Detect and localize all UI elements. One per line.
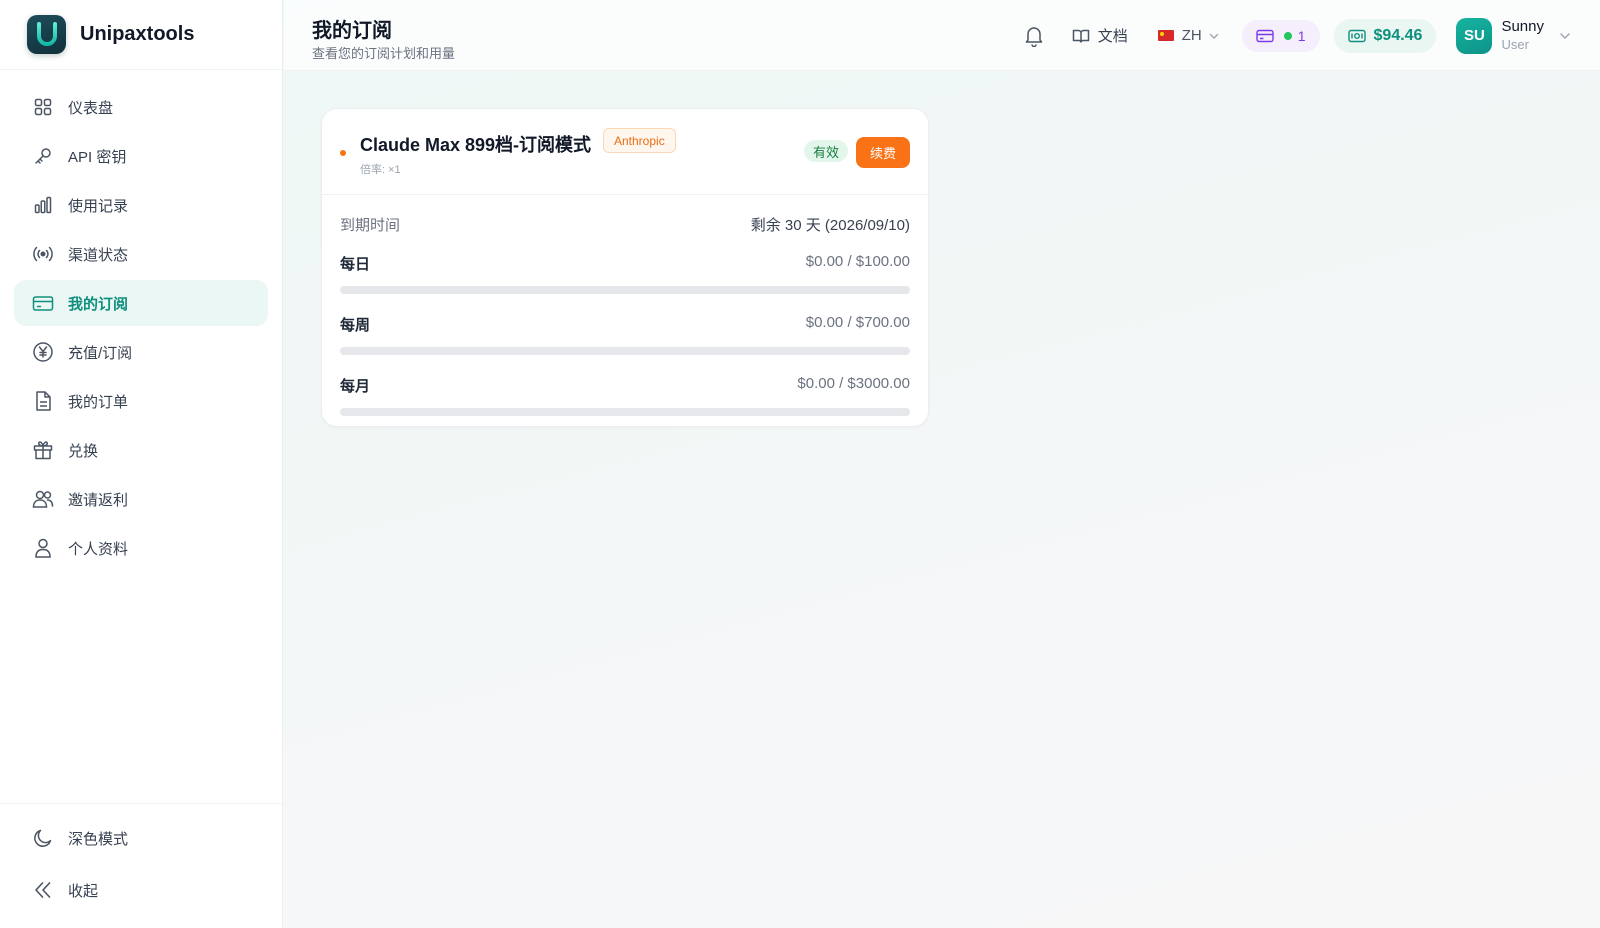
sidebar-nav: 仪表盘 API 密钥 使用记录 渠道状态 我的订阅 充值/订阅 我的订单 兑换 … bbox=[0, 70, 282, 571]
status-badge: 有效 bbox=[803, 140, 848, 162]
balance-pill[interactable]: $94.46 bbox=[1333, 18, 1437, 53]
usage-value: $0.00 / $3000.00 bbox=[797, 375, 910, 392]
usage-label: 每日 bbox=[340, 256, 371, 273]
sidebar-item-profile[interactable]: 个人资料 bbox=[14, 525, 268, 571]
language-code: ZH bbox=[1181, 27, 1202, 44]
page-title: 我的订阅 bbox=[312, 20, 392, 42]
expiry-row: 到期时间 剩余 30 天 (2026/09/10) bbox=[340, 195, 910, 253]
balance-value: $94.46 bbox=[1373, 26, 1423, 44]
brand[interactable]: Unipaxtools bbox=[0, 0, 282, 70]
usage-weekly: 每周 $0.00 / $700.00 bbox=[340, 314, 910, 355]
double-chevron-left-icon bbox=[32, 879, 54, 901]
sidebar-item-redeem[interactable]: 兑换 bbox=[14, 427, 268, 473]
header-actions: 文档 ZH 1 $94.46 SU Sunny User bbox=[1022, 0, 1572, 71]
moon-icon bbox=[32, 827, 54, 849]
collapse-sidebar-button[interactable]: 收起 bbox=[14, 864, 268, 916]
yen-circle-icon bbox=[32, 341, 54, 363]
usage-progress-bar bbox=[340, 408, 910, 416]
usage-daily: 每日 $0.00 / $100.00 bbox=[340, 253, 910, 294]
sidebar-item-label: API 密钥 bbox=[68, 148, 127, 166]
users-icon bbox=[32, 488, 54, 510]
usage-progress-bar bbox=[340, 286, 910, 294]
gift-icon bbox=[32, 439, 54, 461]
sidebar-item-label: 深色模式 bbox=[68, 830, 129, 848]
usage-value: $0.00 / $700.00 bbox=[805, 314, 910, 331]
sidebar-item-label: 个人资料 bbox=[68, 540, 129, 558]
subscription-count: 1 bbox=[1297, 27, 1306, 44]
logo-icon bbox=[27, 15, 66, 54]
sidebar-item-label: 使用记录 bbox=[68, 197, 129, 215]
active-dot bbox=[1283, 31, 1292, 40]
page-subtitle: 查看您的订阅计划和用量 bbox=[312, 46, 456, 61]
provider-badge: Anthropic bbox=[603, 128, 676, 153]
money-icon bbox=[1347, 28, 1366, 44]
usage-label: 每月 bbox=[340, 378, 371, 395]
docs-label: 文档 bbox=[1097, 28, 1128, 45]
expiry-value: 剩余 30 天 (2026/09/10) bbox=[750, 217, 910, 234]
grid-icon bbox=[32, 96, 54, 118]
avatar[interactable]: SU bbox=[1456, 17, 1493, 54]
status-dot bbox=[340, 150, 346, 156]
sidebar-item-usage[interactable]: 使用记录 bbox=[14, 182, 268, 228]
sidebar-item-my-subscription[interactable]: 我的订阅 bbox=[14, 280, 268, 326]
bar-chart-icon bbox=[32, 194, 54, 216]
language-selector[interactable]: ZH bbox=[1157, 27, 1220, 44]
user-role: User bbox=[1501, 36, 1529, 52]
chevron-down-icon bbox=[1208, 30, 1220, 42]
sidebar-item-label: 我的订单 bbox=[68, 393, 129, 411]
book-icon bbox=[1072, 28, 1090, 44]
sidebar-bottom: 深色模式 收起 bbox=[0, 803, 282, 928]
chevron-down-icon[interactable] bbox=[1558, 29, 1572, 43]
usage-value: $0.00 / $100.00 bbox=[805, 253, 910, 270]
rate-text: 倍率: ×1 bbox=[360, 164, 401, 176]
sidebar-item-label: 邀请返利 bbox=[68, 491, 129, 509]
dark-mode-toggle[interactable]: 深色模式 bbox=[14, 812, 268, 864]
sidebar-item-dashboard[interactable]: 仪表盘 bbox=[14, 84, 268, 130]
sidebar-item-label: 充值/订阅 bbox=[68, 344, 133, 362]
plan-name: Claude Max 899档-订阅模式 bbox=[360, 135, 592, 155]
bell-icon[interactable] bbox=[1022, 24, 1046, 48]
credit-card-icon bbox=[32, 292, 54, 314]
renew-button[interactable]: 续费 bbox=[856, 137, 910, 168]
usage-monthly: 每月 $0.00 / $3000.00 bbox=[340, 375, 910, 416]
sidebar-item-api-keys[interactable]: API 密钥 bbox=[14, 133, 268, 179]
sidebar-item-referral[interactable]: 邀请返利 bbox=[14, 476, 268, 522]
brand-name: Unipaxtools bbox=[80, 23, 195, 45]
sidebar-item-label: 仪表盘 bbox=[68, 99, 114, 117]
subscription-card-body: 到期时间 剩余 30 天 (2026/09/10) 每日 $0.00 / $10… bbox=[322, 195, 928, 416]
key-icon bbox=[32, 145, 54, 167]
sidebar-item-label: 我的订阅 bbox=[68, 295, 129, 313]
docs-link[interactable]: 文档 bbox=[1072, 25, 1128, 46]
subscription-card-header: Claude Max 899档-订阅模式 Anthropic 倍率: ×1 有效… bbox=[322, 109, 928, 195]
sidebar-item-label: 渠道状态 bbox=[68, 246, 129, 264]
broadcast-icon bbox=[32, 243, 54, 265]
sidebar-item-recharge[interactable]: 充值/订阅 bbox=[14, 329, 268, 375]
user-icon bbox=[32, 537, 54, 559]
sidebar-item-label: 兑换 bbox=[68, 442, 99, 460]
sidebar: Unipaxtools 仪表盘 API 密钥 使用记录 渠道状态 我的订阅 充值… bbox=[0, 0, 283, 928]
sidebar-item-channel-status[interactable]: 渠道状态 bbox=[14, 231, 268, 277]
top-header: 我的订阅 查看您的订阅计划和用量 文档 ZH 1 $94.46 SU Sunny… bbox=[284, 0, 1600, 71]
sidebar-item-label: 收起 bbox=[68, 882, 99, 900]
usage-progress-bar bbox=[340, 347, 910, 355]
subscription-card: Claude Max 899档-订阅模式 Anthropic 倍率: ×1 有效… bbox=[321, 108, 929, 427]
user-name: Sunny bbox=[1501, 18, 1544, 35]
credit-card-icon bbox=[1256, 28, 1274, 44]
expiry-label: 到期时间 bbox=[340, 217, 401, 234]
sidebar-item-orders[interactable]: 我的订单 bbox=[14, 378, 268, 424]
subscription-count-pill[interactable]: 1 bbox=[1241, 19, 1320, 52]
china-flag-icon bbox=[1157, 30, 1174, 41]
user-info[interactable]: Sunny User bbox=[1501, 18, 1544, 53]
document-icon bbox=[32, 390, 54, 412]
usage-label: 每周 bbox=[340, 317, 371, 334]
